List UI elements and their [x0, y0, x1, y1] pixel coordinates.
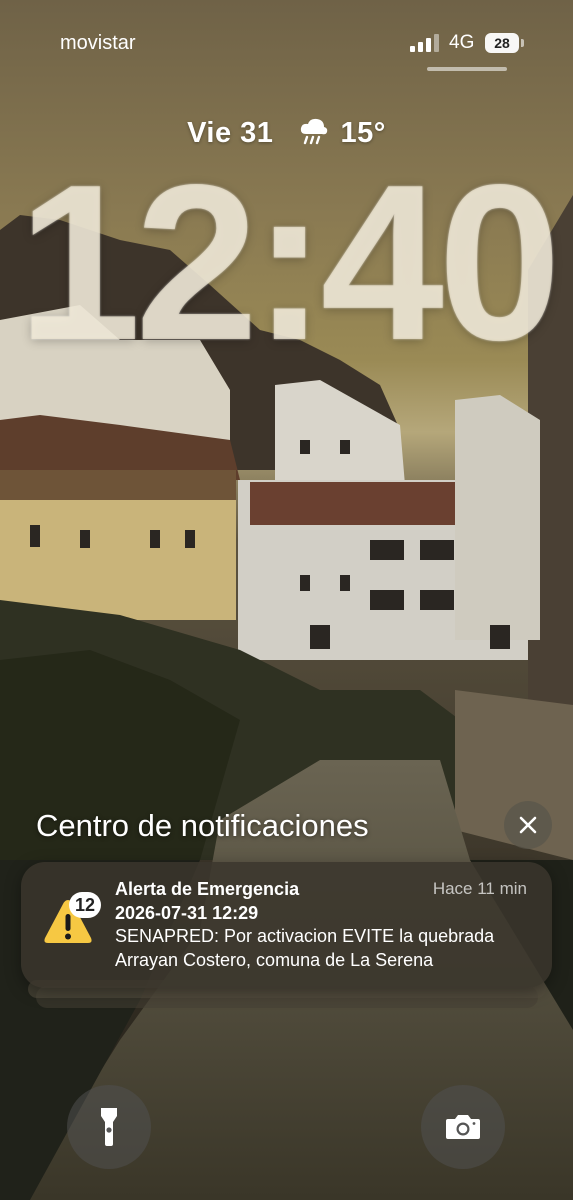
- notification-app-name: Alerta de Emergencia: [115, 879, 300, 899]
- notification-time: Hace 11 min: [432, 879, 527, 898]
- camera-icon: [446, 1115, 480, 1139]
- battery-level: 28: [485, 33, 519, 53]
- carrier-name: movistar: [60, 32, 136, 54]
- emergency-alert-notification[interactable]: 12 Alerta de Emergencia Hace 11 min 2026…: [21, 862, 552, 988]
- lock-screen-clock: 12:40: [17, 139, 562, 387]
- battery-icon: 28: [485, 33, 525, 53]
- control-center-indicator[interactable]: [427, 67, 507, 71]
- close-icon: [519, 816, 537, 834]
- camera-button[interactable]: [421, 1085, 505, 1169]
- notification-subtitle: 2026-07-31 12:29: [115, 903, 259, 923]
- status-bar: movistar 4G 28: [0, 0, 573, 80]
- cellular-signal-icon: [410, 34, 439, 52]
- battery-tip: [521, 39, 524, 47]
- notification-center-title: Centro de notificaciones: [36, 808, 369, 843]
- clear-notifications-button[interactable]: [504, 801, 552, 849]
- flashlight-icon: [101, 1108, 117, 1146]
- flashlight-button[interactable]: [67, 1085, 151, 1169]
- notification-body: SENAPRED: Por activacion EVITE la quebra…: [115, 926, 495, 970]
- network-type: 4G: [449, 32, 475, 53]
- notification-count-badge: 12: [69, 892, 101, 918]
